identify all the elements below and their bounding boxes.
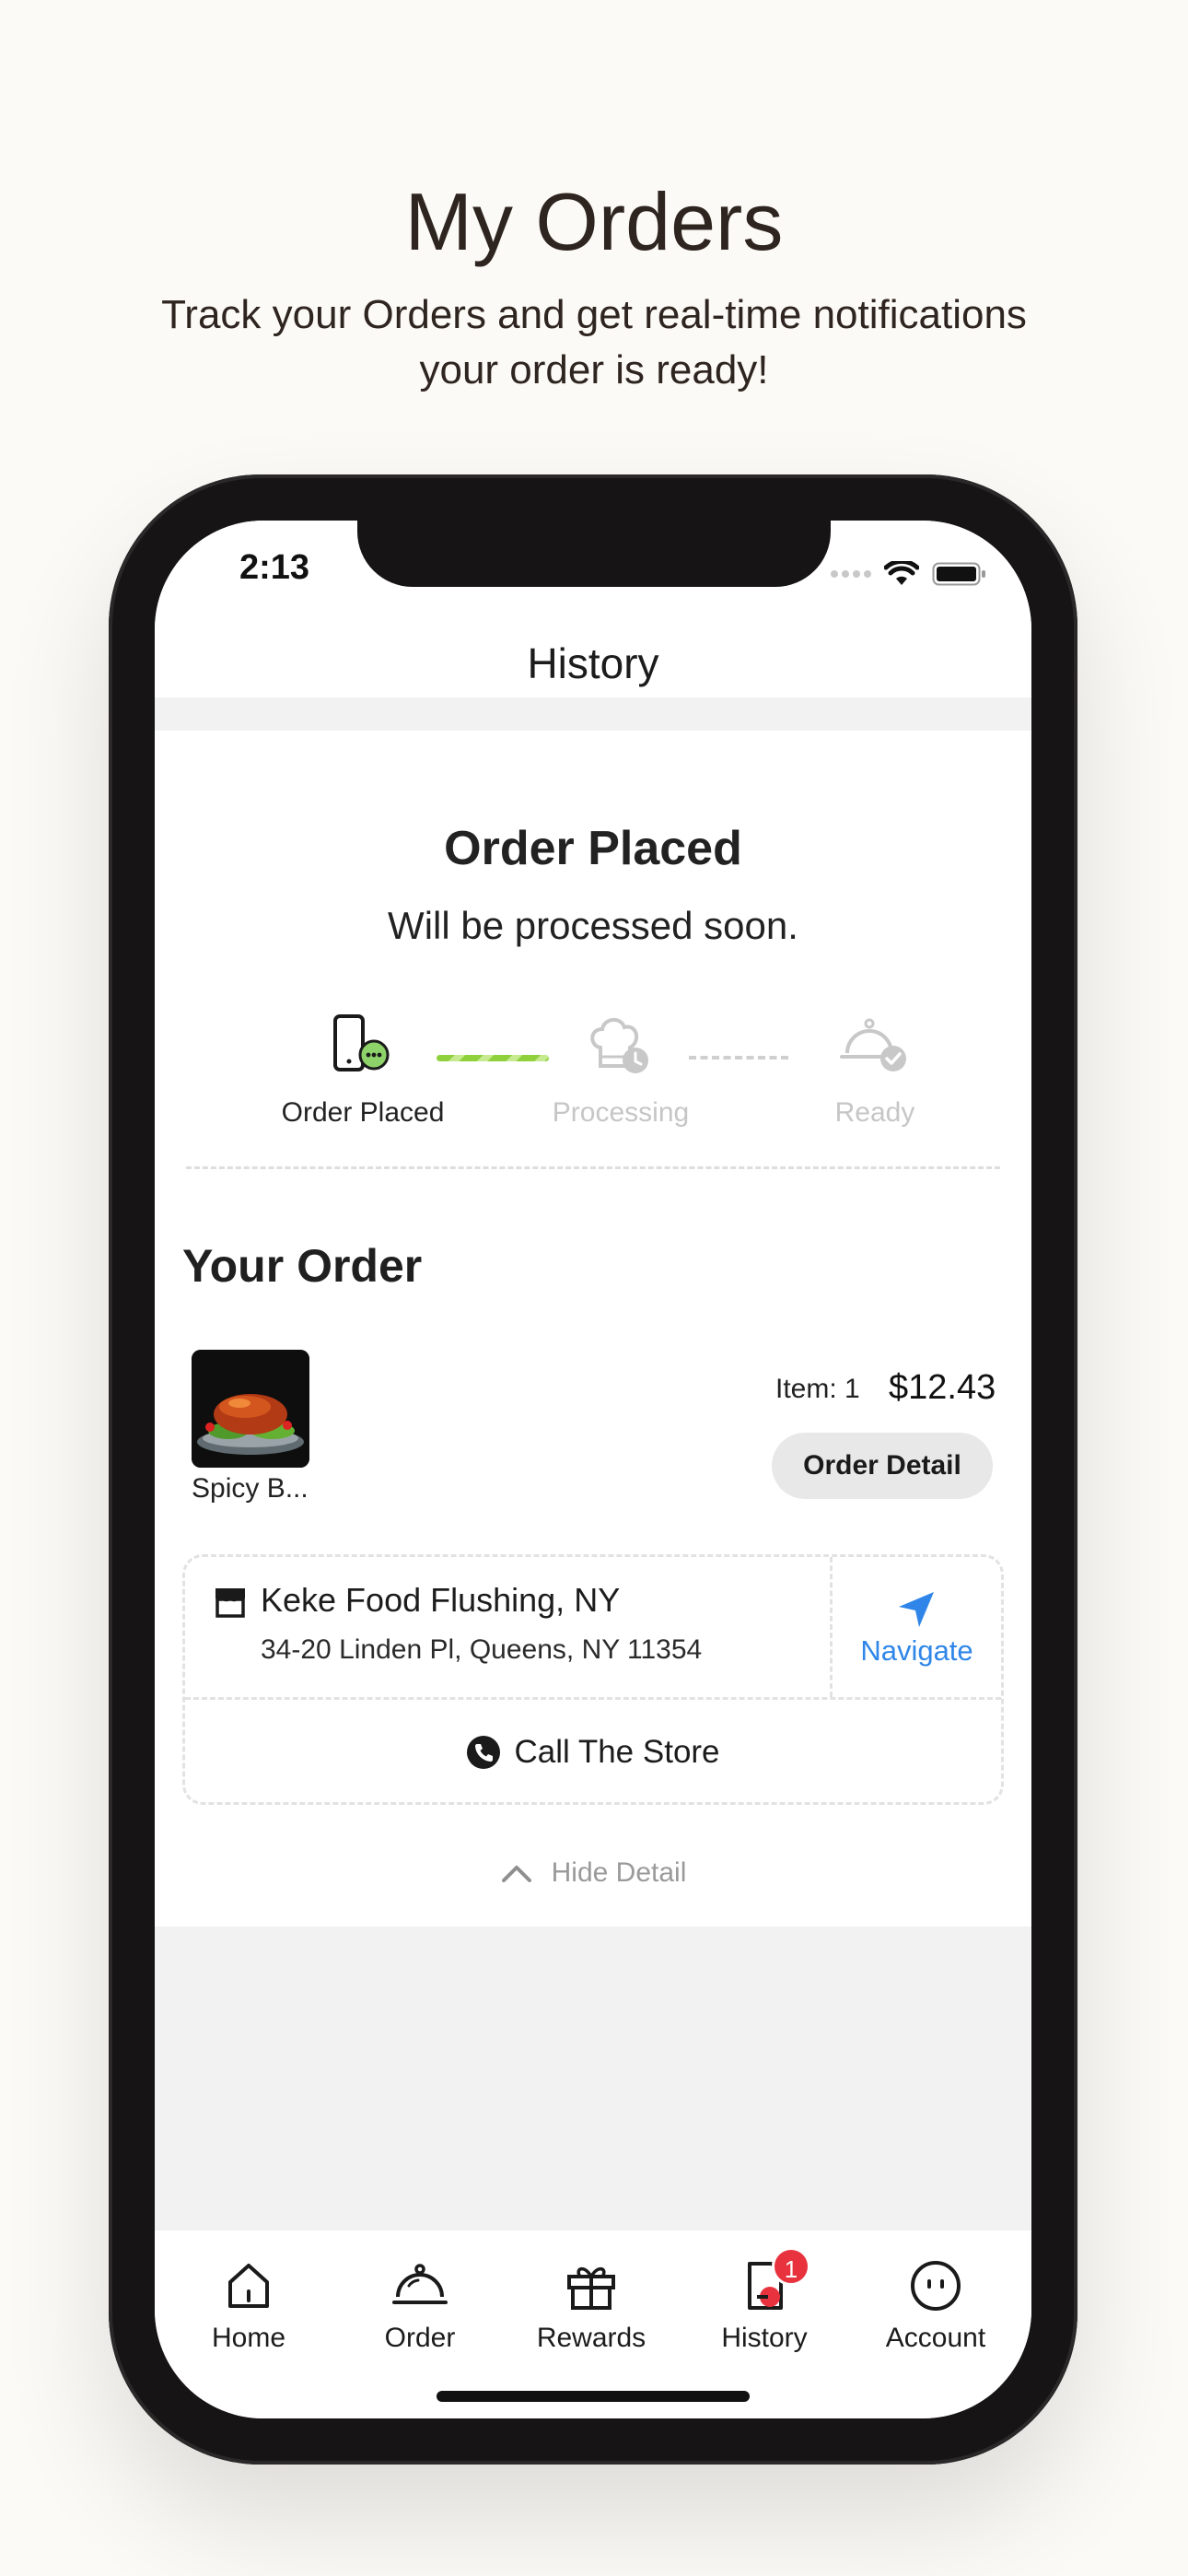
tab-label: Home (211, 2323, 286, 2353)
cloche-check-icon (840, 1018, 906, 1071)
tab-label: Account (885, 2323, 986, 2353)
history-badge: 1 (772, 2247, 810, 2286)
status-time: 2:13 (239, 548, 310, 587)
item-count: Item: 1 (775, 1374, 860, 1404)
tab-label: Order (384, 2323, 456, 2353)
status-icons (831, 561, 987, 587)
phone-frame: 2:13 History Order Placed Will be proces… (109, 474, 1077, 2465)
gift-icon (567, 2266, 615, 2310)
item-name: Spicy B... (192, 1473, 309, 1504)
step-ready: Ready (774, 1007, 976, 1129)
order-status-heading: Order Placed (444, 822, 742, 875)
item-price: $12.43 (889, 1368, 996, 1407)
battery-icon (932, 562, 985, 586)
cloche-icon (392, 2264, 448, 2304)
chef-hat-clock-icon (590, 1018, 648, 1073)
navigate-label: Navigate (860, 1634, 973, 1667)
account-icon (911, 2261, 961, 2311)
phone-icon (467, 1736, 501, 1769)
step-label: Order Placed (281, 1097, 445, 1128)
step-processing: Processing (519, 1007, 722, 1129)
tab-rewards[interactable]: Rewards (508, 2256, 674, 2354)
call-store-label: Call The Store (514, 1734, 720, 1770)
hide-detail-label: Hide Detail (551, 1857, 687, 1888)
wifi-icon (884, 561, 919, 585)
order-status-message: Will be processed soon. (388, 904, 798, 947)
notch (357, 521, 831, 587)
chevron-up-icon (501, 1866, 531, 1882)
store-box: Keke Food Flushing, NY 34-20 Linden Pl, … (182, 1554, 1004, 1805)
navigate-arrow-icon (899, 1592, 934, 1627)
call-store-button[interactable]: Call The Store (185, 1700, 1001, 1805)
store-name: Keke Food Flushing, NY (261, 1581, 621, 1619)
step-label: Ready (834, 1097, 915, 1128)
promo-subtitle: Track your Orders and get real-time noti… (129, 287, 1059, 398)
promo-subtitle-line2: your order is ready! (419, 347, 769, 392)
step-label: Processing (552, 1097, 690, 1128)
tab-account[interactable]: Account (853, 2256, 1019, 2354)
phone-screen: 2:13 History Order Placed Will be proces… (155, 521, 1031, 2418)
order-card: Order Placed Will be processed soon. Ord… (155, 731, 1031, 1926)
step-order-placed: Order Placed (262, 1007, 464, 1129)
item-thumbnail[interactable] (192, 1350, 309, 1468)
nav-title: History (527, 639, 659, 687)
your-order-title: Your Order (182, 1240, 423, 1292)
tab-home[interactable]: Home (166, 2256, 332, 2354)
signal-icon (831, 570, 871, 578)
promo-subtitle-line1: Track your Orders and get real-time noti… (161, 292, 1027, 337)
order-detail-button[interactable]: Order Detail (772, 1433, 993, 1499)
store-address: 34-20 Linden Pl, Queens, NY 11354 (261, 1634, 703, 1665)
hide-detail-button[interactable]: Hide Detail (155, 1845, 1031, 1901)
tab-label: Rewards (536, 2323, 646, 2353)
tab-label: History (721, 2323, 808, 2353)
home-icon (228, 2264, 269, 2308)
tab-order[interactable]: Order (337, 2256, 503, 2354)
nav-bar: History (155, 622, 1031, 714)
phone-chat-icon (333, 1014, 390, 1071)
tab-history[interactable]: 1 History (681, 2247, 847, 2354)
promo-title: My Orders (404, 176, 784, 267)
store-icon (215, 1588, 245, 1618)
home-indicator[interactable] (437, 2391, 750, 2402)
roast-duck-image (192, 1350, 309, 1468)
divider (186, 1166, 1000, 1169)
navigate-button[interactable]: Navigate (833, 1557, 1001, 1697)
